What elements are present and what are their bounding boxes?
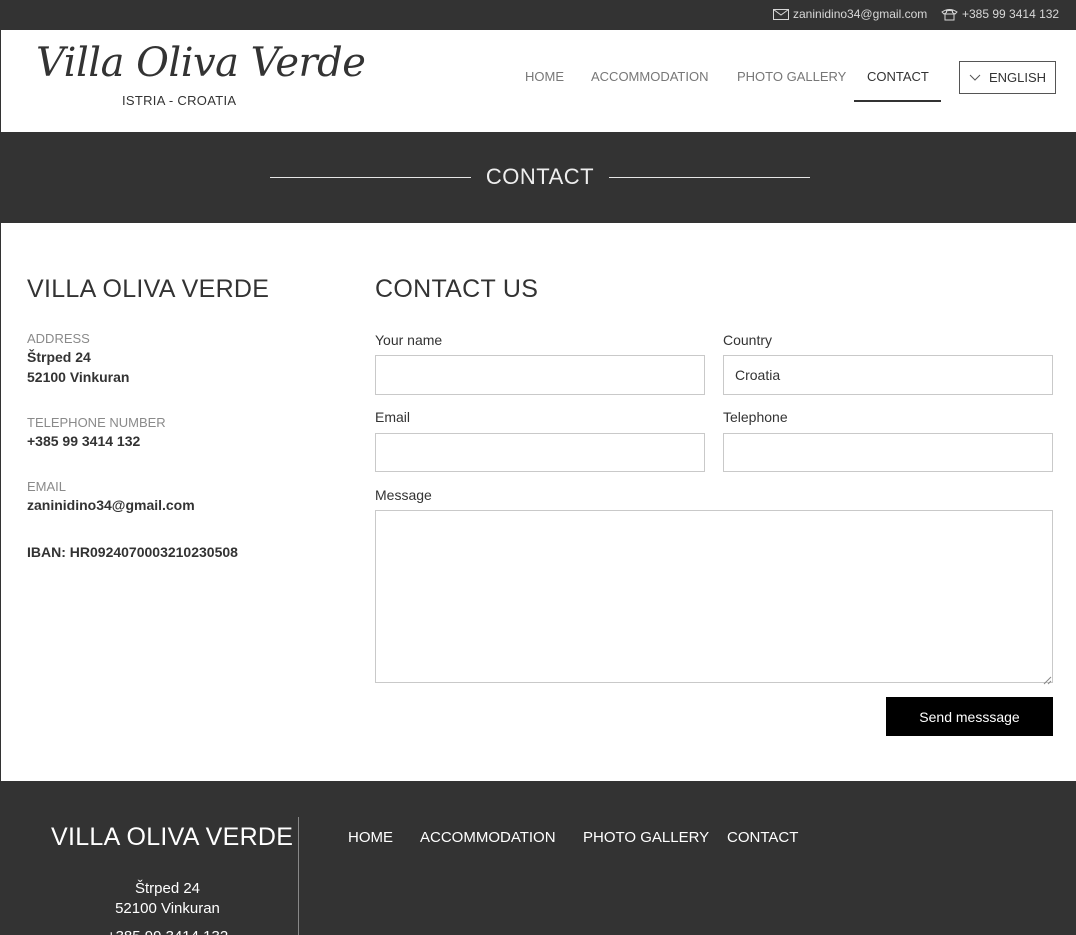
address-label: ADDRESS xyxy=(27,331,90,346)
footer-nav-accommodation[interactable]: ACCOMMODATION xyxy=(420,829,556,846)
page-banner: CONTACT xyxy=(1,132,1076,223)
footer-phone[interactable]: +385 99 3414 132 xyxy=(51,927,284,935)
footer-address-line2: 52100 Vinkuran xyxy=(115,900,220,917)
footer-nav-home[interactable]: HOME xyxy=(348,829,393,846)
page-title: CONTACT xyxy=(485,164,595,189)
message-textarea[interactable] xyxy=(375,510,1053,683)
footer-title: VILLA OLIVA VERDE xyxy=(51,823,294,851)
name-label: Your name xyxy=(375,332,443,348)
nav-accommodation[interactable]: ACCOMMODATION xyxy=(591,69,708,84)
logo-subtitle: ISTRIA - CROATIA xyxy=(122,93,237,108)
site-footer: VILLA OLIVA VERDE Štrped 24 52100 Vinkur… xyxy=(1,781,1076,935)
phone-value[interactable]: +385 99 3414 132 xyxy=(27,431,140,451)
active-nav-indicator xyxy=(854,100,941,102)
nav-home[interactable]: HOME xyxy=(525,69,564,84)
footer-nav-contact[interactable]: CONTACT xyxy=(727,829,798,846)
language-label: ENGLISH xyxy=(988,70,1047,85)
email-input[interactable] xyxy=(375,433,705,472)
address-line1: Štrped 24 xyxy=(27,349,91,365)
nav-photo-gallery[interactable]: PHOTO GALLERY xyxy=(737,69,846,84)
telephone-icon xyxy=(941,8,958,21)
email-label: EMAIL xyxy=(27,479,67,494)
form-title: CONTACT US xyxy=(375,275,539,303)
telephone-label: Telephone xyxy=(723,409,788,425)
language-selector[interactable]: ENGLISH xyxy=(959,61,1056,94)
logo-title[interactable]: Villa Oliva Verde xyxy=(36,40,366,86)
country-input[interactable] xyxy=(723,355,1053,395)
phone-label: TELEPHONE NUMBER xyxy=(27,415,166,430)
site-header: Villa Oliva Verde ISTRIA - CROATIA HOME … xyxy=(1,30,1076,132)
topbar-phone-text: +385 99 3414 132 xyxy=(962,7,1060,21)
topbar-email-link[interactable]: zaninidino34@gmail.com xyxy=(773,7,927,21)
footer-nav-photo-gallery[interactable]: PHOTO GALLERY xyxy=(583,829,709,846)
email-value[interactable]: zaninidino34@gmail.com xyxy=(27,495,195,515)
top-bar: zaninidino34@gmail.com +385 99 3414 132 xyxy=(1,0,1076,30)
country-label: Country xyxy=(723,332,773,348)
info-title: VILLA OLIVA VERDE xyxy=(27,275,270,303)
topbar-email-text: zaninidino34@gmail.com xyxy=(793,7,928,21)
footer-address-line1: Štrped 24 xyxy=(134,880,201,897)
telephone-input[interactable] xyxy=(723,433,1053,472)
nav-contact[interactable]: CONTACT xyxy=(867,69,929,84)
email-label-form: Email xyxy=(375,409,411,425)
chevron-down-icon xyxy=(969,70,981,85)
message-label: Message xyxy=(375,487,432,503)
envelope-icon xyxy=(773,8,789,20)
footer-divider xyxy=(298,817,299,935)
send-message-button[interactable]: Send messsage xyxy=(886,697,1053,736)
topbar-phone-link[interactable]: +385 99 3414 132 xyxy=(941,7,1059,21)
resize-grip-icon[interactable] xyxy=(1042,672,1052,685)
banner-line-right xyxy=(609,177,810,178)
iban-value: IBAN: HR0924070003210230508 xyxy=(27,544,238,560)
address-line2: 52100 Vinkuran xyxy=(27,369,130,385)
name-input[interactable] xyxy=(375,355,705,395)
